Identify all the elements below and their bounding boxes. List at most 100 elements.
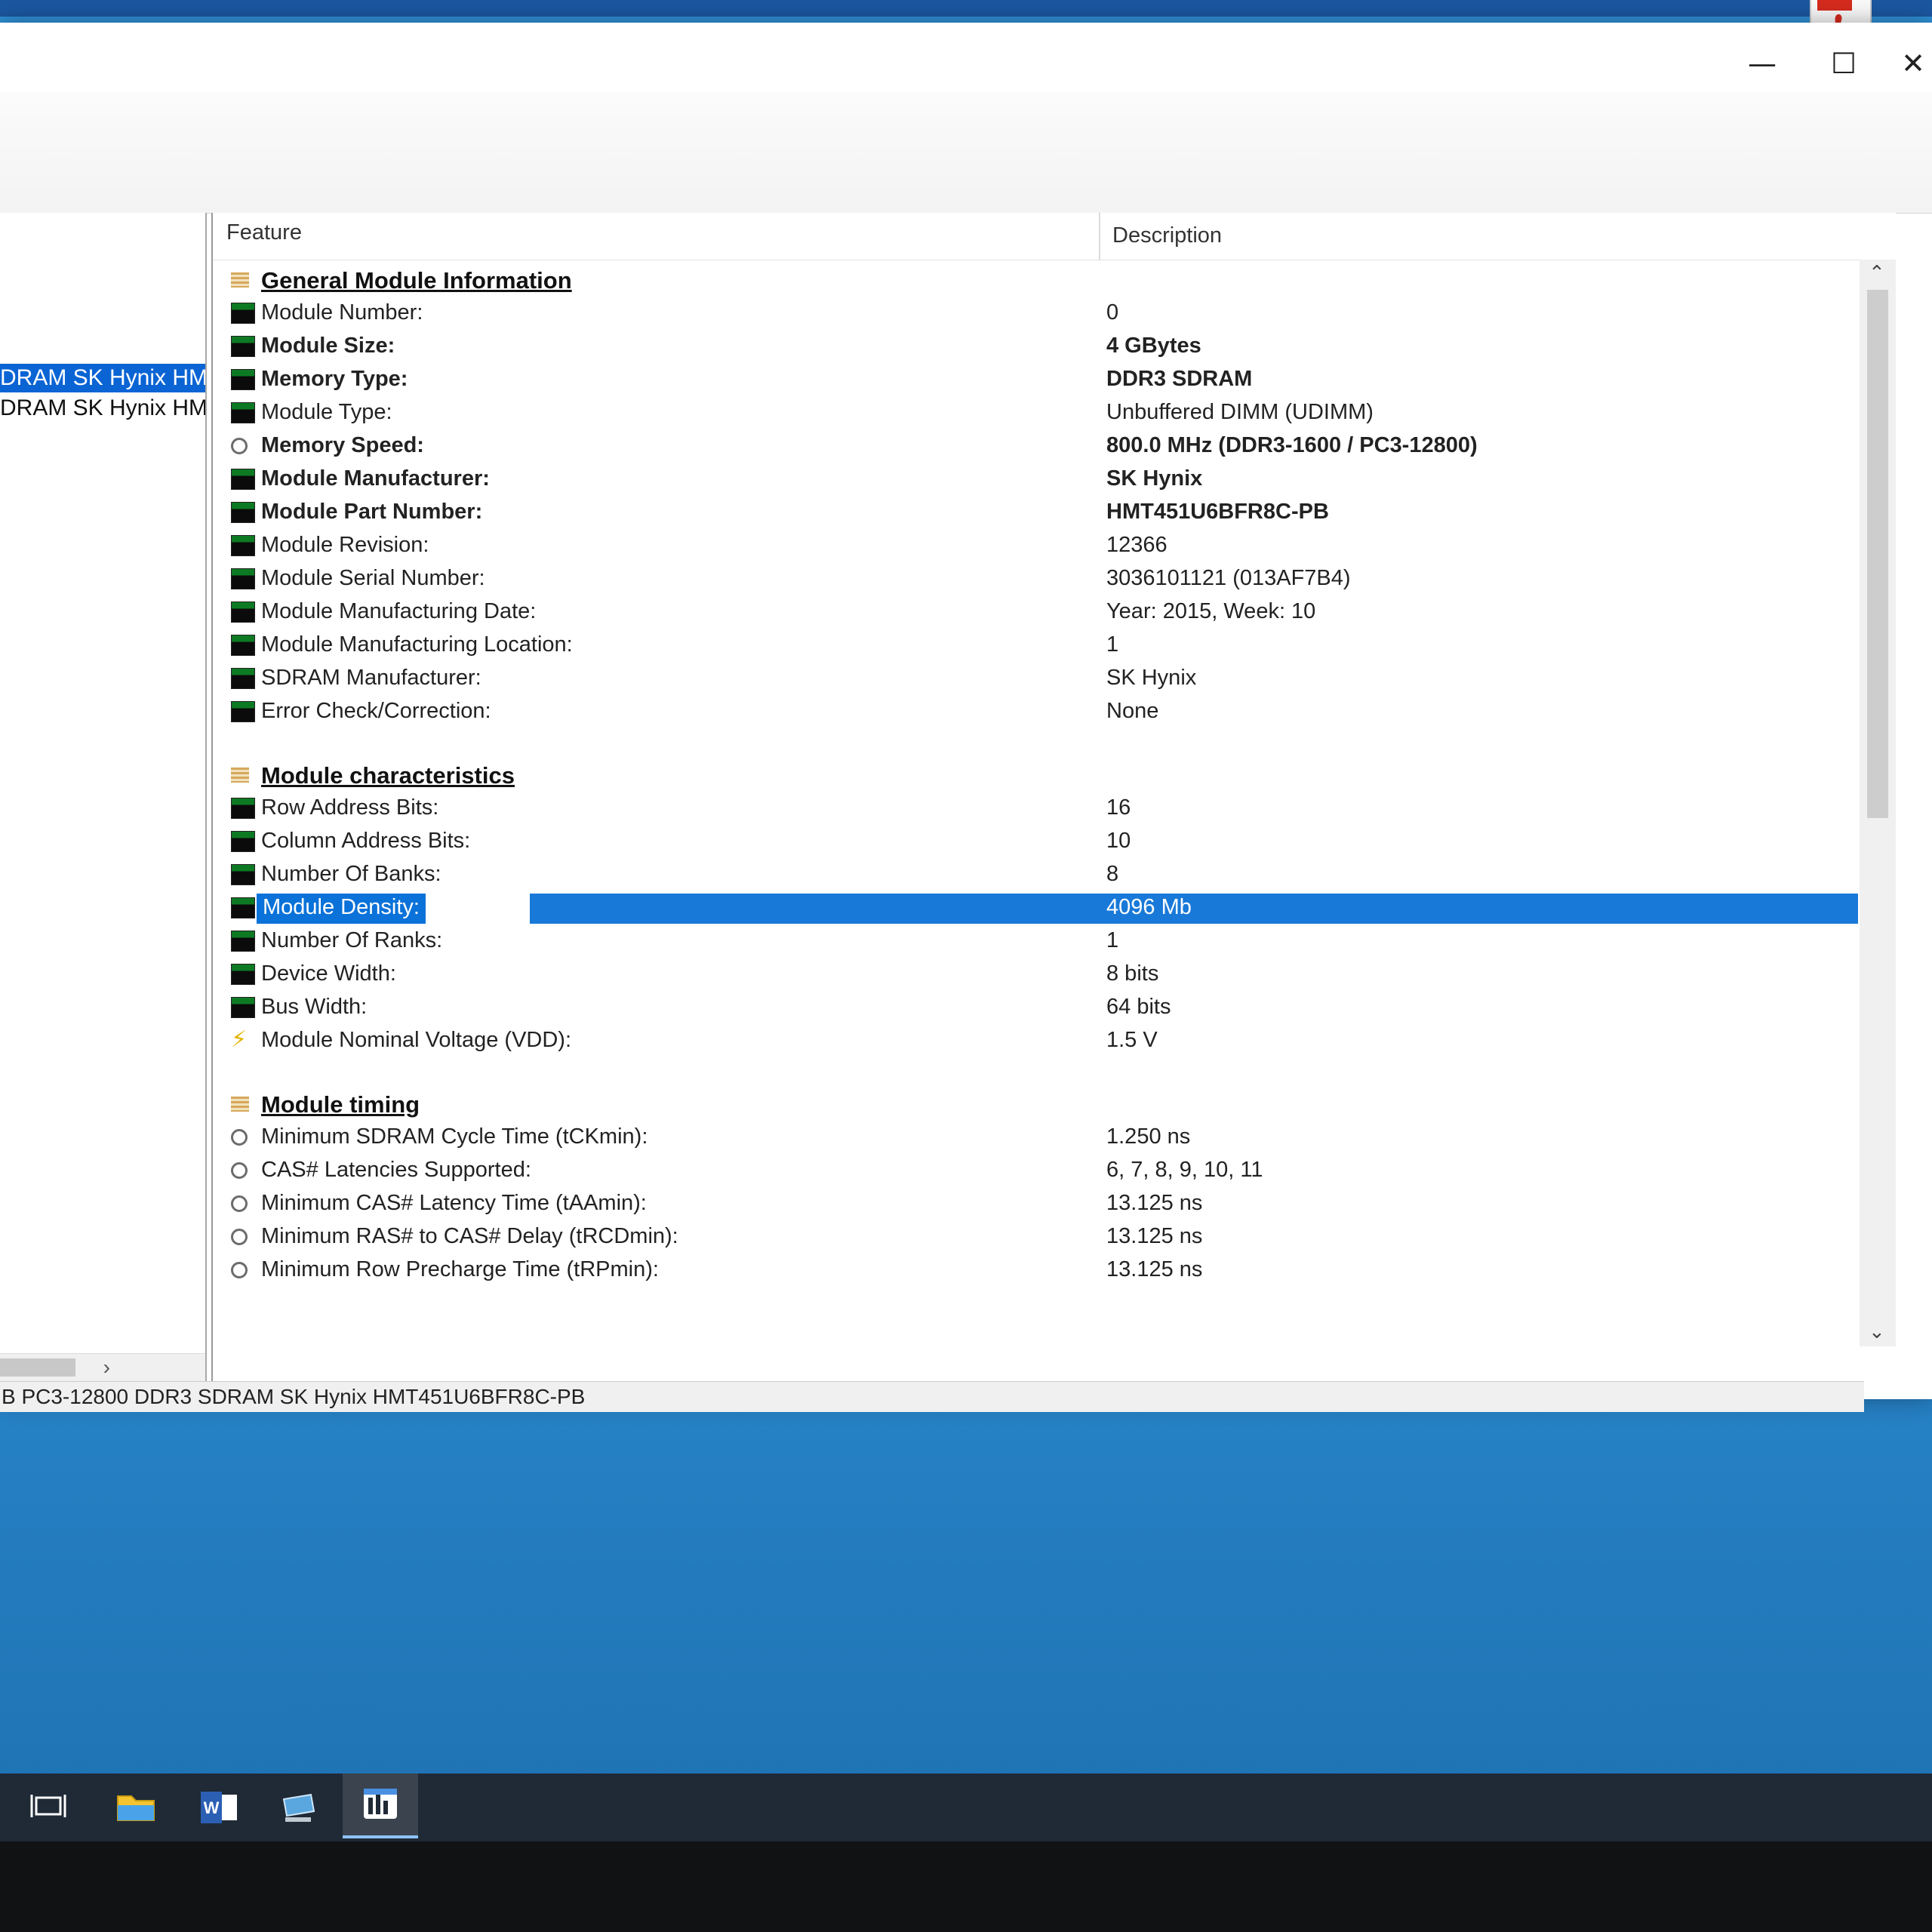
scroll-up-arrow-icon[interactable]: ⌃	[1869, 261, 1885, 285]
table-row[interactable]: Number Of Ranks: 1	[213, 925, 1858, 958]
table-row[interactable]: SDRAM Manufacturer: SK Hynix	[213, 663, 1858, 696]
table-row-selected[interactable]: Module Density: 4096 Mb	[213, 892, 1858, 925]
description-value: 13.125 ns	[1106, 1191, 1203, 1215]
selection-highlight	[530, 894, 1858, 924]
maximize-button[interactable]: ☐	[1817, 41, 1870, 86]
task-view-icon	[30, 1795, 66, 1817]
desktop-top-strip	[0, 0, 1932, 17]
description-value: DDR3 SDRAM	[1106, 367, 1253, 391]
memory-chip-icon	[231, 469, 255, 490]
feature-label: Error Check/Correction:	[261, 699, 491, 723]
group-header-label: Module timing	[261, 1091, 420, 1118]
close-button[interactable]: ✕	[1887, 41, 1932, 86]
table-row[interactable]: Module Manufacturing Date: Year: 2015, We…	[213, 596, 1858, 629]
tree-scroll-thumb[interactable]	[0, 1358, 75, 1377]
list-column-header: Feature Description	[213, 213, 1896, 260]
column-header-description[interactable]: Description	[1112, 223, 1222, 248]
table-row[interactable]: Memory Speed: 800.0 MHz (DDR3-1600 / PC3-…	[213, 430, 1858, 463]
table-row[interactable]: Number Of Banks: 8	[213, 859, 1858, 892]
hardware-info-icon	[364, 1789, 397, 1819]
memory-chip-icon	[231, 701, 255, 722]
memory-chip-icon	[231, 502, 255, 523]
task-view-button[interactable]	[11, 1780, 86, 1835]
table-row[interactable]: Column Address Bits: 10	[213, 826, 1858, 859]
memory-chip-icon	[231, 568, 255, 589]
table-row[interactable]: Error Check/Correction: None	[213, 696, 1858, 729]
feature-label: Minimum SDRAM Cycle Time (tCKmin):	[261, 1124, 648, 1149]
table-row[interactable]: Minimum RAS# to CAS# Delay (tRCDmin): 13.…	[213, 1221, 1858, 1254]
table-row[interactable]: Bus Width: 64 bits	[213, 992, 1858, 1025]
table-row[interactable]: Module Type: Unbuffered DIMM (UDIMM)	[213, 397, 1858, 430]
column-divider[interactable]	[1099, 213, 1100, 260]
file-explorer-button[interactable]	[98, 1780, 174, 1835]
table-row[interactable]: Memory Type: DDR3 SDRAM	[213, 364, 1858, 397]
list-group-header[interactable]: General Module Information	[213, 264, 1858, 297]
memory-chip-icon	[231, 668, 255, 689]
clock-icon	[231, 438, 248, 454]
memory-chip-icon	[231, 369, 255, 390]
table-row[interactable]: Minimum Row Precharge Time (tRPmin): 13.1…	[213, 1254, 1858, 1287]
description-value: 16	[1106, 795, 1131, 820]
description-value: 12366	[1106, 533, 1168, 557]
description-value: Year: 2015, Week: 10	[1106, 599, 1316, 623]
table-row[interactable]: Module Revision: 12366	[213, 530, 1858, 563]
tree-item-memory-module-2[interactable]: DRAM SK Hynix HMT	[0, 394, 205, 423]
desktop-side-label: TO• py)	[1897, 1004, 1929, 1045]
group-header-label: General Module Information	[261, 267, 572, 294]
feature-label: Module Type:	[261, 400, 392, 424]
tree-item-memory-module-1[interactable]: DRAM SK Hynix HMT	[0, 364, 205, 392]
tree-horizontal-scrollbar[interactable]: ›	[0, 1353, 205, 1381]
description-value: Unbuffered DIMM (UDIMM)	[1106, 400, 1374, 424]
clock-icon	[231, 1229, 248, 1245]
feature-label: Module Revision:	[261, 533, 429, 557]
status-bar: B PC3-12800 DDR3 SDRAM SK Hynix HMT451U6…	[0, 1381, 1864, 1412]
hardware-info-app-button[interactable]	[343, 1774, 418, 1838]
taskbar: W	[0, 1774, 1932, 1841]
taskbar-app-button[interactable]	[261, 1780, 337, 1835]
table-row[interactable]: Module Serial Number: 3036101121 (013AF7B…	[213, 563, 1858, 596]
details-list-view[interactable]: Feature Description General Module Infor…	[211, 213, 1896, 1381]
clock-icon	[231, 1262, 248, 1278]
table-row[interactable]: Module Manufacturer: SK Hynix	[213, 463, 1858, 497]
desktop-side-label: TO• py)	[1897, 823, 1929, 864]
description-value: 1	[1106, 632, 1119, 657]
list-group-header[interactable]: Module timing	[213, 1088, 1858, 1121]
description-value: 4096 Mb	[1106, 895, 1192, 919]
list-vertical-scrollbar[interactable]: ⌃ ⌄	[1860, 260, 1896, 1346]
feature-label: SDRAM Manufacturer:	[261, 666, 481, 690]
feature-label: Module Size:	[261, 334, 395, 358]
table-row[interactable]: Module Number: 0	[213, 297, 1858, 331]
table-row[interactable]: Minimum CAS# Latency Time (tAAmin): 13.12…	[213, 1188, 1858, 1221]
group-icon	[231, 272, 249, 288]
group-icon	[231, 768, 249, 783]
word-button[interactable]: W	[181, 1780, 257, 1835]
table-row[interactable]: ⚡ Module Nominal Voltage (VDD): 1.5 V	[213, 1025, 1858, 1058]
memory-chip-icon	[231, 303, 255, 324]
table-row[interactable]: Minimum SDRAM Cycle Time (tCKmin): 1.250 …	[213, 1121, 1858, 1155]
table-row[interactable]: Module Size: 4 GBytes	[213, 331, 1858, 364]
minimize-button[interactable]: —	[1736, 41, 1789, 86]
word-icon: W	[201, 1792, 237, 1823]
feature-label: Device Width:	[261, 961, 396, 986]
list-group-header[interactable]: Module characteristics	[213, 759, 1858, 792]
table-row[interactable]: CAS# Latencies Supported: 6, 7, 8, 9, 10,…	[213, 1155, 1858, 1188]
list-scroll-thumb[interactable]	[1867, 290, 1888, 818]
table-row[interactable]: Module Manufacturing Location: 1	[213, 629, 1858, 663]
description-value: 800.0 MHz (DDR3-1600 / PC3-12800)	[1106, 433, 1478, 457]
memory-chip-icon	[231, 964, 255, 985]
scroll-right-arrow-icon[interactable]: ›	[103, 1354, 110, 1381]
device-tree-pane[interactable]: DRAM SK Hynix HMT DRAM SK Hynix HMT ›	[0, 213, 207, 1381]
table-row[interactable]: Module Part Number: HMT451U6BFR8C-PB	[213, 497, 1858, 530]
scroll-down-arrow-icon[interactable]: ⌄	[1869, 1320, 1885, 1343]
table-row[interactable]: Device Width: 8 bits	[213, 958, 1858, 992]
feature-label: Row Address Bits:	[261, 795, 439, 820]
table-row[interactable]: Row Address Bits: 16	[213, 792, 1858, 826]
description-value: 1.250 ns	[1106, 1124, 1191, 1149]
feature-label: Memory Type:	[261, 367, 408, 391]
description-value: 4 GBytes	[1106, 334, 1201, 358]
memory-chip-icon	[231, 931, 255, 952]
column-header-feature[interactable]: Feature	[226, 220, 302, 245]
feature-label: Minimum RAS# to CAS# Delay (tRCDmin):	[261, 1224, 678, 1248]
clock-icon	[231, 1195, 248, 1212]
